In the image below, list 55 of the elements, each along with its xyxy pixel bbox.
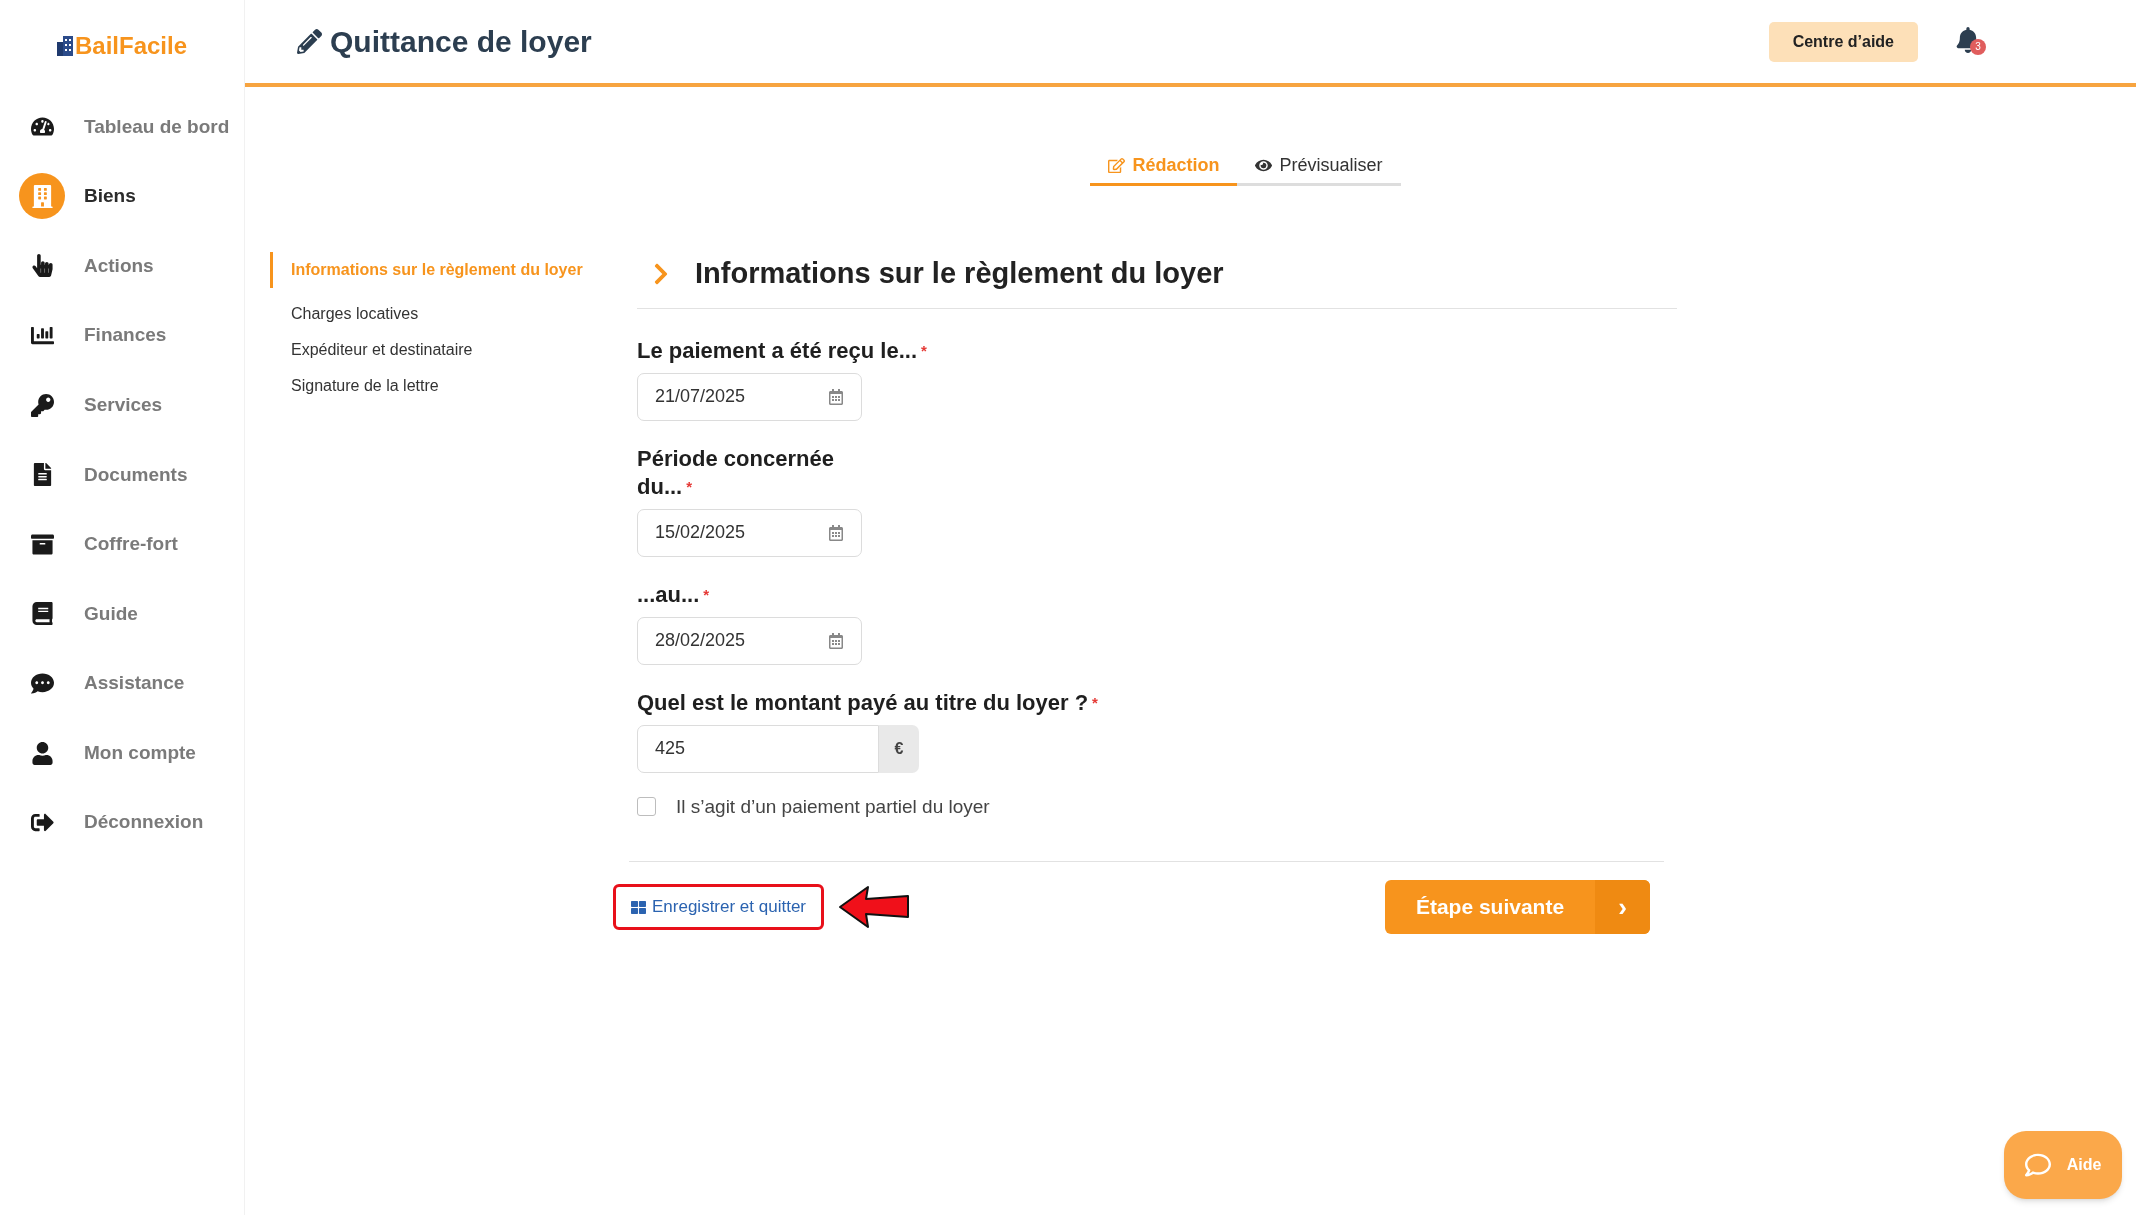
grid-icon [631, 899, 646, 915]
arrow-drawing [838, 884, 910, 930]
key-icon [30, 393, 54, 417]
sidebar-item[interactable]: Guide [0, 579, 244, 649]
logo-text[interactable]: BailFacile [74, 28, 188, 64]
save-and-quit-button[interactable]: Enregistrer et quitter [613, 884, 824, 930]
archive-box-icon [30, 532, 54, 556]
amount-field[interactable]: 425 [637, 724, 879, 773]
next-step-button[interactable]: Étape suivante › [1385, 880, 1650, 934]
step-link[interactable]: Charges locatives [291, 306, 611, 322]
section-title: Informations sur le règlement du loyer [695, 256, 1224, 291]
calendar-icon[interactable] [828, 388, 844, 405]
book-icon [30, 602, 54, 626]
pencil-icon [297, 29, 322, 54]
field-label: ...au... * [637, 580, 711, 609]
required-mark: * [703, 585, 710, 603]
currency-addon: € [879, 724, 919, 773]
chat-bubble-icon [2024, 1152, 2051, 1178]
calendar-icon[interactable] [828, 632, 844, 649]
sidebar-item[interactable]: Finances [0, 300, 244, 371]
field-label: Période concernée du... * [637, 444, 835, 501]
required-mark: * [686, 477, 693, 495]
pointing-hand-icon [30, 254, 54, 278]
date-field[interactable]: 21/07/2025 [637, 372, 862, 421]
sidebar-item[interactable]: Biens [0, 161, 244, 232]
sidebar-item[interactable]: Mon compte [0, 718, 244, 788]
page-title: Quittance de loyer [330, 24, 592, 60]
step-link[interactable]: Informations sur le règlement du loyer [291, 262, 611, 278]
sidebar-item[interactable]: Déconnexion [0, 787, 244, 858]
required-mark: * [921, 341, 927, 359]
tab[interactable]: Prévisualiser [1237, 147, 1401, 186]
field-label: Quel est le montant payé au titre du loyer ? * [637, 688, 1099, 717]
date-field[interactable]: 15/02/2025 [637, 508, 862, 557]
tab[interactable]: Rédaction [1090, 147, 1238, 186]
sidebar-item[interactable]: Documents [0, 439, 244, 510]
help-center-button[interactable]: Centre d’aide [1768, 21, 1918, 62]
date-field[interactable]: 28/02/2025 [637, 616, 862, 665]
checkbox-label: Il s’agit d’un paiement partiel du loyer [676, 794, 990, 819]
field-label: Le paiement a été reçu le... * [637, 336, 928, 365]
user-icon [30, 741, 54, 765]
step-link[interactable]: Signature de la lettre [291, 378, 611, 394]
sidebar-item[interactable]: Tableau de bord [0, 92, 244, 162]
notification-badge: 3 [1970, 38, 1986, 55]
step-link[interactable]: Expéditeur et destinataire [291, 342, 611, 358]
sidebar-item[interactable]: Actions [0, 231, 244, 301]
chat-bubble-icon [30, 672, 54, 696]
calendar-icon[interactable] [828, 524, 844, 541]
required-mark: * [1092, 693, 1098, 711]
building-icon [30, 184, 54, 208]
sidebar-item[interactable]: Services [0, 370, 244, 440]
buildings-icon [56, 36, 73, 56]
checkbox[interactable] [637, 797, 656, 817]
edit-icon [1108, 156, 1126, 174]
sidebar-item[interactable]: Assistance [0, 648, 244, 719]
sidebar-item[interactable]: Coffre-fort [0, 509, 244, 580]
